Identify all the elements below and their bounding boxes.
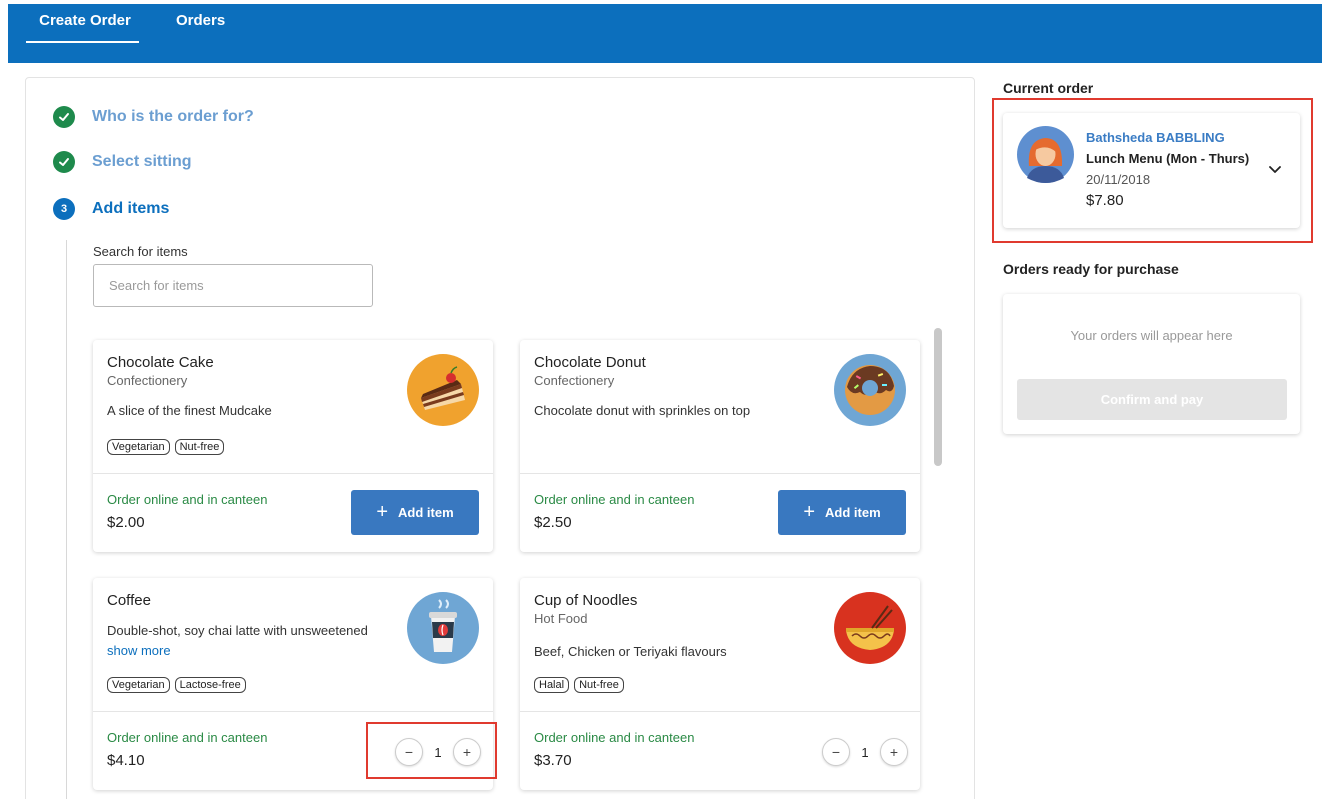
availability-text: Order online and in canteen xyxy=(534,492,695,507)
step-label: Add items xyxy=(92,200,170,217)
add-item-button[interactable]: + Add item xyxy=(351,490,479,535)
item-name: Cup of Noodles xyxy=(534,592,638,609)
item-description: Double-shot, soy chai latte with unsweet… xyxy=(107,623,368,638)
step-number: 3 xyxy=(53,198,75,220)
step-select-sitting[interactable]: Select sitting xyxy=(53,151,192,173)
item-tags: Vegetarian Lactose-free xyxy=(107,677,246,693)
annotation-highlight-box xyxy=(366,722,497,779)
tab-create-order[interactable]: Create Order xyxy=(31,12,139,29)
card-divider xyxy=(93,711,493,712)
search-input[interactable] xyxy=(93,264,373,307)
card-divider xyxy=(520,711,920,712)
quantity-stepper: − 1 + xyxy=(822,738,908,766)
top-nav-bar: Create Order Orders xyxy=(8,4,1322,63)
item-description: A slice of the finest Mudcake xyxy=(107,403,272,418)
card-divider xyxy=(93,473,493,474)
add-item-button[interactable]: + Add item xyxy=(778,490,906,535)
item-card-cup-of-noodles: Cup of Noodles Hot Food Beef, Chicken or… xyxy=(520,578,920,790)
item-price: $2.50 xyxy=(534,514,572,531)
availability-text: Order online and in canteen xyxy=(107,730,268,745)
item-description: Chocolate donut with sprinkles on top xyxy=(534,403,751,418)
item-card-chocolate-donut: Chocolate Donut Confectionery Chocolate … xyxy=(520,340,920,552)
search-label: Search for items xyxy=(93,244,188,259)
decrement-button[interactable]: − xyxy=(822,738,850,766)
item-name: Chocolate Donut xyxy=(534,354,646,371)
quantity-value: 1 xyxy=(861,744,869,760)
tab-orders[interactable]: Orders xyxy=(176,12,225,29)
step-who-for[interactable]: Who is the order for? xyxy=(53,106,254,128)
active-tab-indicator xyxy=(26,41,139,43)
empty-state-text: Your orders will appear here xyxy=(1070,328,1233,343)
item-card-chocolate-cake: Chocolate Cake Confectionery A slice of … xyxy=(93,340,493,552)
tag-badge: Vegetarian xyxy=(107,677,170,693)
item-category: Confectionery xyxy=(534,373,615,388)
annotation-highlight-box xyxy=(992,98,1313,243)
availability-text: Order online and in canteen xyxy=(534,730,695,745)
item-category: Confectionery xyxy=(107,373,188,388)
add-item-label: Add item xyxy=(825,505,881,520)
check-icon xyxy=(53,151,75,173)
step-connector-line xyxy=(66,240,67,799)
tag-badge: Halal xyxy=(534,677,570,693)
increment-button[interactable]: + xyxy=(880,738,908,766)
item-description: Beef, Chicken or Teriyaki flavours xyxy=(534,644,727,659)
plus-icon: + xyxy=(803,501,816,523)
step-label: Select sitting xyxy=(92,153,192,170)
item-name: Chocolate Cake xyxy=(107,354,214,371)
current-order-title: Current order xyxy=(1003,80,1094,96)
availability-text: Order online and in canteen xyxy=(107,492,268,507)
scrollbar-thumb[interactable] xyxy=(934,328,942,466)
ready-orders-card: Your orders will appear here Confirm and… xyxy=(1003,294,1300,434)
add-item-label: Add item xyxy=(398,505,454,520)
tag-badge: Nut-free xyxy=(174,439,225,455)
cake-icon xyxy=(407,354,479,426)
tag-badge: Nut-free xyxy=(574,677,624,693)
item-price: $3.70 xyxy=(534,752,572,769)
item-price: $2.00 xyxy=(107,514,145,531)
item-category: Hot Food xyxy=(534,611,588,626)
tag-badge: Vegetarian xyxy=(107,439,170,455)
confirm-and-pay-button[interactable]: Confirm and pay xyxy=(1017,379,1287,420)
item-tags: Halal Nut-free xyxy=(534,677,624,693)
item-name: Coffee xyxy=(107,592,151,609)
card-divider xyxy=(520,473,920,474)
step-add-items: 3 Add items xyxy=(53,198,169,220)
step-label: Who is the order for? xyxy=(92,108,254,125)
coffee-cup-icon xyxy=(407,592,479,664)
check-icon xyxy=(53,106,75,128)
tag-badge: Lactose-free xyxy=(174,677,246,693)
item-price: $4.10 xyxy=(107,752,145,769)
item-tags: Vegetarian Nut-free xyxy=(107,439,225,455)
noodle-bowl-icon xyxy=(834,592,906,664)
show-more-link[interactable]: show more xyxy=(107,643,171,658)
plus-icon: + xyxy=(376,501,389,523)
ready-orders-title: Orders ready for purchase xyxy=(1003,261,1179,277)
donut-icon xyxy=(834,354,906,426)
